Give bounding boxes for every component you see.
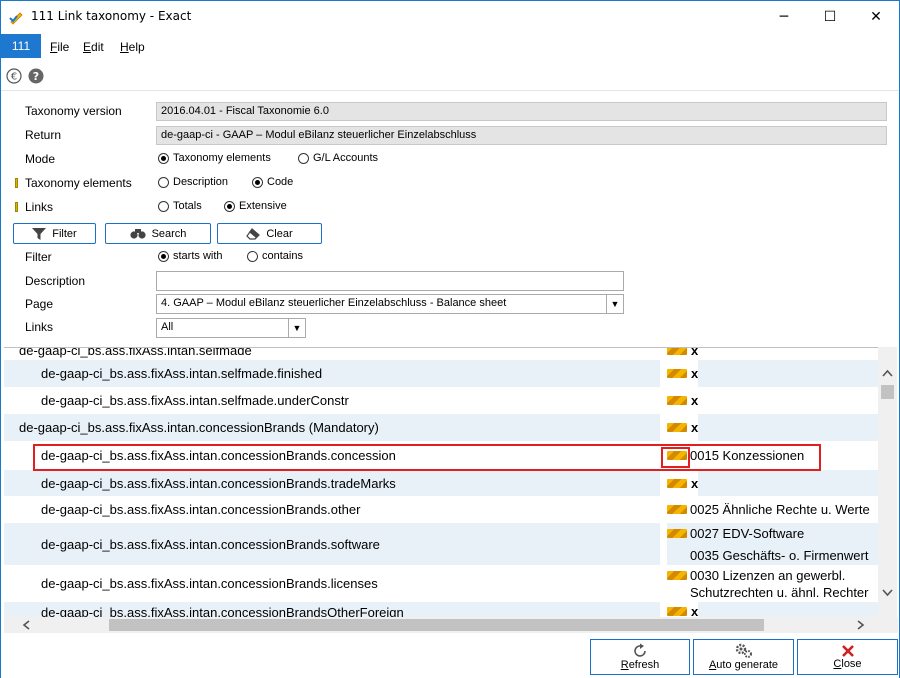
filter-form: Taxonomy version 2016.04.01 - Fiscal Tax… (1, 92, 899, 342)
vertical-scroll-thumb[interactable] (881, 385, 894, 399)
filter-radio-contains[interactable]: contains (247, 250, 303, 262)
gears-icon (735, 643, 752, 658)
return-label: Return (25, 128, 62, 142)
app-pencil-icon (9, 12, 23, 25)
clear-button[interactable]: Clear (217, 223, 322, 244)
link-icon (667, 396, 687, 405)
filter-radio-starts-with[interactable]: starts with (158, 250, 223, 262)
chevron-down-icon[interactable]: ▼ (606, 295, 623, 313)
link-icon (667, 571, 687, 580)
return-field: de-gaap-ci - GAAP – Modul eBilanz steuer… (156, 126, 887, 145)
svg-text:€: € (11, 72, 17, 83)
required-marker (15, 202, 18, 212)
refresh-button[interactable]: Refresh (590, 639, 690, 675)
table-row[interactable]: de-gaap-ci_bs.ass.fixAss.intan.selfmade.… (4, 387, 878, 414)
link-icon (667, 505, 687, 514)
action-bar: Refresh Auto generate Close (1, 635, 899, 678)
menu-help[interactable]: Help (120, 40, 145, 54)
page-label: Page (25, 297, 54, 311)
link-icon (667, 529, 687, 538)
description-label: Description (25, 274, 86, 288)
table-row[interactable]: de-gaap-ci_bs.ass.fixAss.intan.selfmade.… (4, 360, 878, 387)
links-radio-extensive[interactable]: Extensive (224, 200, 287, 212)
table-row[interactable]: de-gaap-ci_bs.ass.fixAss.intan.concessio… (4, 523, 878, 565)
mode-label: Mode (25, 152, 56, 166)
refresh-icon (634, 643, 646, 657)
eraser-icon (246, 227, 261, 240)
link-icon (667, 369, 687, 378)
scroll-right-icon[interactable] (857, 620, 865, 630)
close-window-button[interactable]: ✕ (853, 1, 899, 32)
close-icon (841, 645, 854, 657)
help-icon[interactable]: ? (28, 68, 44, 84)
description-input[interactable] (156, 271, 624, 291)
taxonomy-version-label: Taxonomy version (25, 104, 122, 118)
table-row[interactable]: de-gaap-ci_bs.ass.fixAss.intan.concessio… (4, 602, 878, 617)
links-dropdown[interactable]: All ▼ (156, 318, 306, 338)
table-row-selected[interactable]: de-gaap-ci_bs.ass.fixAss.intan.concessio… (4, 441, 878, 470)
link-icon (667, 348, 687, 355)
link-icon (667, 451, 687, 460)
menu-file[interactable]: File (50, 40, 69, 54)
mode-radio-taxonomy[interactable]: Taxonomy elements (158, 152, 271, 164)
link-icon (667, 423, 687, 432)
table-row[interactable]: de-gaap-ci_bs.ass.fixAss.intan.concessio… (4, 470, 878, 496)
links-label: Links (25, 200, 54, 214)
table-row[interactable]: de-gaap-ci_bs.ass.fixAss.intan.concessio… (4, 496, 878, 523)
taxonomy-grid: de-gaap-ci_bs.ass.fixAss.intan.selfmade … (4, 347, 878, 617)
euro-icon[interactable]: € (6, 68, 22, 84)
funnel-icon (32, 227, 47, 240)
links-filter-label: Links (25, 320, 54, 334)
taxonomy-version-field: 2016.04.01 - Fiscal Taxonomie 6.0 (156, 102, 887, 121)
binoculars-icon (129, 229, 146, 239)
link-icon (667, 607, 687, 616)
menu-edit[interactable]: Edit (83, 40, 104, 54)
main-window: 111 Link taxonomy - Exact ─ ☐ ✕ 111 File… (0, 0, 900, 678)
link-icon (667, 478, 687, 488)
table-row[interactable]: de-gaap-ci_bs.ass.fixAss.intan.concessio… (4, 565, 878, 602)
filter-label: Filter (25, 250, 52, 264)
mode-radio-gl-accounts[interactable]: G/L Accounts (298, 152, 378, 164)
horizontal-scroll-thumb[interactable] (109, 619, 764, 631)
elements-radio-code[interactable]: Code (252, 176, 293, 188)
page-dropdown[interactable]: 4. GAAP – Modul eBilanz steuerlicher Ein… (156, 294, 624, 314)
table-row[interactable]: de-gaap-ci_bs.ass.fixAss.intan.selfmade … (4, 348, 878, 360)
chevron-down-icon[interactable]: ▼ (288, 319, 305, 337)
taxonomy-elements-label: Taxonomy elements (25, 176, 132, 190)
scroll-left-icon[interactable] (22, 620, 30, 630)
links-radio-totals[interactable]: Totals (158, 200, 202, 212)
table-row[interactable]: de-gaap-ci_bs.ass.fixAss.intan.concessio… (4, 414, 878, 441)
scroll-down-icon[interactable] (882, 589, 893, 597)
svg-text:?: ? (33, 70, 39, 83)
toolbar: € ? (1, 61, 899, 91)
filter-button[interactable]: Filter (13, 223, 96, 244)
elements-radio-description[interactable]: Description (158, 176, 228, 188)
search-button[interactable]: Search (105, 223, 211, 244)
window-title: 111 Link taxonomy - Exact (31, 9, 192, 23)
menu-bar: 111 File Edit Help (1, 33, 899, 59)
title-bar: 111 Link taxonomy - Exact ─ ☐ ✕ (1, 1, 899, 32)
scroll-up-icon[interactable] (882, 369, 893, 377)
vertical-scrollbar[interactable] (878, 347, 897, 617)
module-number[interactable]: 111 (1, 34, 41, 58)
required-marker (15, 178, 18, 188)
horizontal-scrollbar[interactable] (4, 617, 898, 633)
close-button[interactable]: Close (797, 639, 898, 675)
auto-generate-button[interactable]: Auto generate (693, 639, 794, 675)
minimize-button[interactable]: ─ (761, 1, 807, 32)
maximize-button[interactable]: ☐ (807, 1, 853, 32)
